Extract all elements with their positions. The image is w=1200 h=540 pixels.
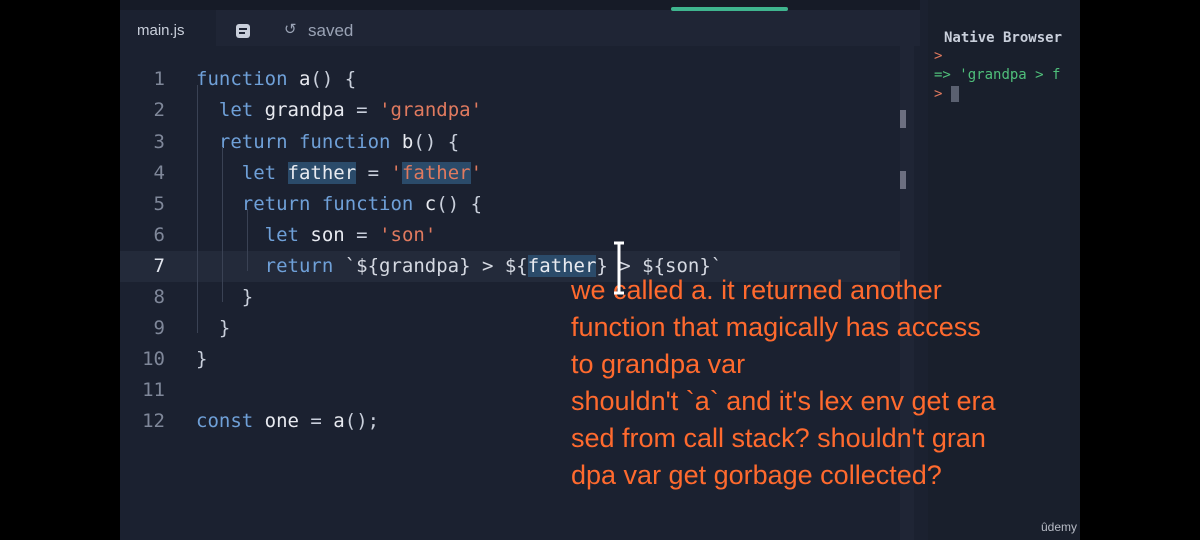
line-number: 8 bbox=[153, 286, 165, 308]
scrollbar-marker bbox=[900, 110, 906, 128]
code-token: function bbox=[196, 68, 299, 91]
ibeam-cursor-icon bbox=[614, 241, 624, 295]
code-token: father bbox=[401, 161, 471, 184]
line-number: 9 bbox=[153, 317, 165, 340]
code-token: = bbox=[356, 99, 380, 122]
line-number: 7 bbox=[153, 254, 165, 277]
indent-guide bbox=[247, 209, 248, 271]
code-token: () { bbox=[436, 192, 483, 215]
code-line[interactable]: 1 function a() { bbox=[120, 64, 900, 95]
udemy-watermark: ûdemy bbox=[1041, 520, 1078, 534]
caption-line: dpa var get gorbage collected? bbox=[571, 460, 942, 490]
prompt-symbol: > bbox=[934, 48, 943, 64]
code-token: son bbox=[310, 223, 357, 246]
caption-line: to grandpa var bbox=[571, 349, 746, 379]
line-number: 2 bbox=[153, 99, 165, 122]
caption-line: function that magically has access bbox=[571, 312, 981, 342]
code-text: const one = a(); bbox=[196, 406, 379, 437]
code-token: b bbox=[401, 130, 414, 153]
code-text: let son = 'son' bbox=[196, 220, 437, 251]
console-prompt: > bbox=[934, 48, 942, 64]
code-token: (); bbox=[344, 410, 380, 433]
code-token: let bbox=[241, 161, 288, 184]
active-pane-indicator bbox=[671, 7, 788, 11]
code-token: } bbox=[196, 348, 208, 371]
code-token: return function bbox=[218, 130, 402, 153]
code-token: } bbox=[196, 317, 231, 340]
line-number: 10 bbox=[142, 348, 165, 371]
caption-line: we called a. it returned another bbox=[571, 275, 942, 305]
code-line[interactable]: 5 return function c() { bbox=[120, 189, 900, 220]
code-text: let grandpa = 'grandpa' bbox=[196, 95, 482, 126]
line-number: 1 bbox=[153, 68, 165, 91]
code-text: return function c() { bbox=[196, 189, 482, 220]
code-line[interactable]: 6 let son = 'son' bbox=[120, 220, 900, 251]
code-token: 'son' bbox=[379, 223, 437, 246]
editor-tab-bar: main.js ↺ saved bbox=[120, 0, 920, 46]
code-line[interactable]: 4 let father = 'father' bbox=[120, 158, 900, 189]
output-text: 'grandpa > f bbox=[959, 67, 1061, 83]
console-input[interactable]: > bbox=[934, 86, 959, 102]
code-token: ' bbox=[390, 161, 402, 184]
console-output: => 'grandpa > f bbox=[934, 67, 1060, 83]
line-number: 5 bbox=[153, 192, 165, 215]
scrollbar-marker bbox=[900, 171, 906, 189]
line-number: 3 bbox=[153, 130, 165, 153]
code-token: `${grandpa} > ${ bbox=[344, 254, 528, 277]
code-token: let bbox=[264, 223, 311, 246]
code-token: = bbox=[310, 410, 334, 433]
code-text: } bbox=[196, 282, 253, 313]
code-token: } bbox=[196, 286, 254, 308]
caption-line: shouldn't `a` and it's lex env get era bbox=[571, 386, 996, 416]
tab-bar-top-strip bbox=[120, 0, 920, 10]
code-token: 'grandpa' bbox=[379, 99, 483, 122]
code-token: = bbox=[356, 161, 391, 184]
code-token: return function bbox=[241, 192, 425, 215]
tab-label: main.js bbox=[137, 22, 185, 39]
code-token: () { bbox=[310, 68, 357, 91]
console-title: Native Browser bbox=[944, 30, 1063, 46]
code-token: a bbox=[298, 68, 311, 91]
code-token: c bbox=[424, 192, 437, 215]
saved-status: saved bbox=[308, 21, 354, 40]
code-token: = bbox=[356, 223, 380, 246]
line-number: 11 bbox=[142, 379, 165, 402]
line-number: 4 bbox=[153, 161, 165, 184]
code-line[interactable]: 3 return function b() { bbox=[120, 127, 900, 158]
text-cursor bbox=[950, 86, 959, 102]
code-token: a bbox=[333, 410, 345, 433]
code-text: let father = 'father' bbox=[196, 158, 482, 189]
code-token: one bbox=[264, 410, 311, 433]
code-text: } bbox=[196, 344, 207, 375]
code-text: } bbox=[196, 313, 230, 344]
code-line[interactable]: 2 let grandpa = 'grandpa' bbox=[120, 95, 900, 126]
history-icon: ↺ bbox=[284, 21, 297, 38]
caption-line: sed from call stack? shouldn't gran bbox=[571, 423, 986, 453]
format-doc-icon[interactable] bbox=[236, 24, 250, 38]
indent-guide bbox=[197, 85, 198, 333]
code-token: return bbox=[264, 254, 345, 277]
code-token: let bbox=[218, 99, 265, 122]
output-arrow: => bbox=[934, 67, 951, 83]
code-token: grandpa bbox=[264, 99, 357, 122]
code-text: return function b() { bbox=[196, 127, 459, 158]
code-token: ' bbox=[470, 161, 483, 184]
code-token: father bbox=[287, 161, 357, 184]
line-number: 12 bbox=[142, 410, 165, 433]
code-token: () { bbox=[413, 130, 460, 153]
indent-guide bbox=[222, 147, 223, 302]
line-number: 6 bbox=[153, 223, 165, 246]
subtitle-caption: we called a. it returned another function… bbox=[571, 272, 1041, 494]
code-token: const bbox=[196, 410, 265, 433]
prompt-symbol: > bbox=[934, 86, 943, 102]
code-text: function a() { bbox=[196, 64, 356, 95]
